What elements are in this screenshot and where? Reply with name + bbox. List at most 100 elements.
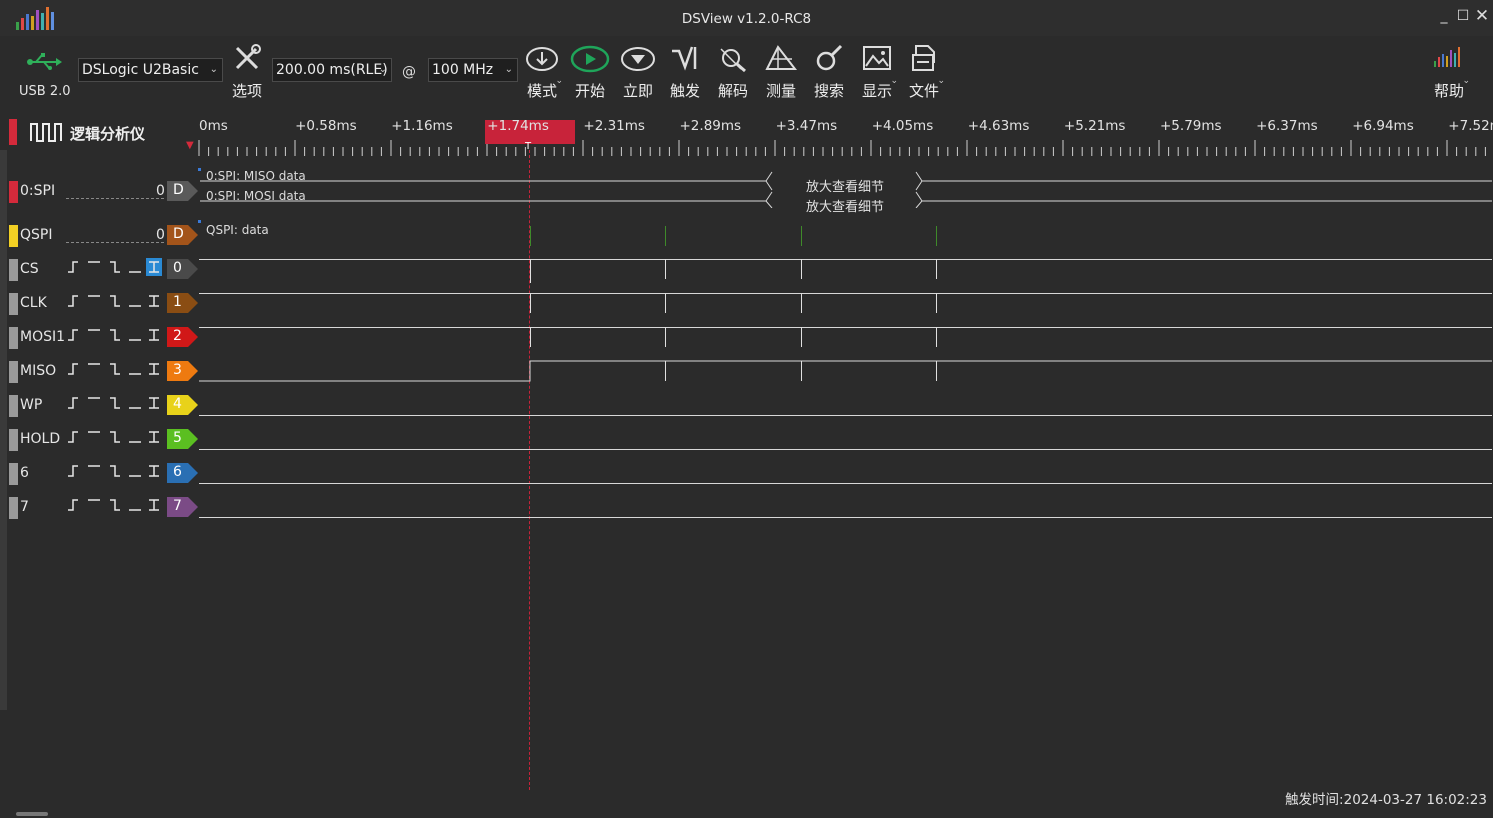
channel-color-swatch[interactable] (9, 395, 18, 417)
minimize-button[interactable]: _ (1436, 8, 1452, 24)
channel-name[interactable]: 7 (20, 499, 29, 515)
channel-tag-label: D (173, 226, 184, 242)
trigger-type-icons[interactable] (66, 392, 166, 412)
channel-color-swatch[interactable] (9, 361, 18, 383)
instant-button[interactable]: 立即 (615, 40, 661, 101)
channel-name[interactable]: MISO (20, 363, 56, 379)
ruler-tick-label: +1.16ms (391, 118, 453, 134)
maximize-button[interactable]: ☐ (1455, 8, 1471, 24)
display-button[interactable]: 显示 ⌄ (854, 40, 900, 101)
clk-edge (665, 293, 666, 313)
channel-value-underline (66, 242, 164, 243)
channel-color-swatch[interactable] (9, 429, 18, 451)
mode-icon (526, 47, 558, 71)
sample-rate-select[interactable]: 100 MHz ⌄ (428, 58, 518, 82)
channel-color-swatch[interactable] (9, 181, 18, 203)
channel-name[interactable]: HOLD (20, 431, 60, 447)
channel-name[interactable]: 0:SPI (20, 183, 55, 199)
trigger-type-icons[interactable] (66, 324, 166, 344)
channel-color-swatch[interactable] (9, 259, 18, 281)
channel-name[interactable]: WP (20, 397, 42, 413)
clk-edge (936, 293, 937, 313)
logic-analyzer-pane-title: 逻辑分析仪 (0, 112, 200, 152)
search-label: 搜索 (813, 82, 844, 100)
trigger-type-icons[interactable] (66, 256, 166, 276)
decode-icon (720, 48, 746, 73)
ruler-tick-label: +5.79ms (1160, 118, 1222, 134)
channel-color-swatch[interactable] (9, 463, 18, 485)
cs-edge (936, 259, 937, 279)
sample-rate-value: 100 MHz (432, 62, 494, 78)
channel-name[interactable]: MOSI1 (20, 329, 65, 345)
chevron-down-icon: ⌄ (937, 76, 945, 86)
trigger-cursor-line (529, 150, 530, 790)
channel-tag[interactable]: 4 (167, 395, 198, 415)
channel-color-swatch[interactable] (9, 293, 18, 315)
channel-tag[interactable]: 3 (167, 361, 198, 381)
search-button[interactable]: 搜索 (806, 40, 852, 101)
miso-decode-label: 0:SPI: MISO data (206, 169, 306, 183)
caret-down-icon[interactable]: ▼ (186, 140, 194, 151)
cs-edge (665, 259, 666, 279)
ruler-tick-label: +2.89ms (679, 118, 742, 134)
trigger-type-icons[interactable] (66, 358, 166, 378)
channel-color-swatch[interactable] (9, 327, 18, 349)
trigger-time-status: 触发时间:2024-03-27 16:02:23 (1285, 792, 1487, 808)
help-button[interactable]: 帮助 ⌄ (1426, 40, 1472, 101)
channel-tag[interactable]: 5 (167, 429, 198, 449)
channel-tag-label: 0 (173, 260, 182, 276)
trigger-type-icons[interactable] (66, 460, 166, 480)
channel-tag[interactable]: D (167, 225, 198, 245)
chevron-down-icon: ⌄ (890, 76, 898, 86)
measure-icon (765, 45, 798, 70)
ruler-tick-label: +4.05ms (871, 118, 934, 134)
channel-row[interactable]: CS 0 (0, 254, 200, 284)
channel-name[interactable]: QSPI (20, 227, 52, 243)
channel-tag[interactable]: 1 (167, 293, 198, 313)
pane-color-bar (9, 119, 17, 145)
channel-row[interactable]: MISO 3 (0, 356, 200, 386)
measure-button[interactable]: 测量 (758, 40, 804, 101)
measure-label: 测量 (765, 82, 796, 100)
instant-label: 立即 (622, 82, 653, 100)
channel-color-swatch[interactable] (9, 497, 18, 519)
device-select[interactable]: DSLogic U2Basic ⌄ (78, 58, 223, 82)
mosi1-edge (665, 327, 666, 347)
horizontal-scrollbar[interactable] (16, 812, 48, 816)
channel-row[interactable]: WP 4 (0, 390, 200, 420)
decode-button[interactable]: 解码 (710, 40, 756, 101)
channel-row[interactable]: 77 (0, 492, 200, 522)
channel-row[interactable]: 66 (0, 458, 200, 488)
sample-depth-select[interactable]: 200.00 ms(RLE) ⌄ (272, 58, 392, 82)
channel-row[interactable]: CLK 1 (0, 288, 200, 318)
channel-tag[interactable]: 6 (167, 463, 198, 483)
mode-button[interactable]: 模式 ⌄ (519, 40, 565, 101)
start-button[interactable]: 开始 (567, 40, 613, 101)
channel-tag[interactable]: D (167, 181, 198, 201)
channel-tag-label: 4 (173, 396, 182, 412)
channel-tag[interactable]: 0 (167, 259, 198, 279)
channel-row[interactable]: QSPI 0 D (0, 220, 200, 250)
channel-name[interactable]: 6 (20, 465, 29, 481)
clk-edge (801, 293, 802, 313)
options-button[interactable]: 选项 (224, 40, 270, 101)
close-button[interactable]: ✕ (1474, 8, 1490, 25)
qspi-decode-label: QSPI: data (206, 223, 269, 237)
trigger-type-icons[interactable] (66, 426, 166, 446)
trigger-button[interactable]: 触发 (662, 40, 708, 101)
ruler-tick-label: +3.47ms (775, 118, 838, 134)
channel-color-swatch[interactable] (9, 225, 18, 247)
tools-icon (235, 44, 261, 70)
file-button[interactable]: 文件 ⌄ (901, 40, 947, 101)
channel-name[interactable]: CLK (20, 295, 47, 311)
channel-value: 0 (156, 227, 165, 243)
channel-row[interactable]: HOLD 5 (0, 424, 200, 454)
miso-waveform (199, 360, 1492, 382)
channel-tag[interactable]: 7 (167, 497, 198, 517)
trigger-type-icons[interactable] (66, 290, 166, 310)
channel-name[interactable]: CS (20, 261, 39, 277)
channel-row[interactable]: MOSI1 2 (0, 322, 200, 352)
channel-row[interactable]: 0:SPI 0 D (0, 176, 200, 206)
trigger-type-icons[interactable] (66, 494, 166, 514)
channel-tag[interactable]: 2 (167, 327, 198, 347)
